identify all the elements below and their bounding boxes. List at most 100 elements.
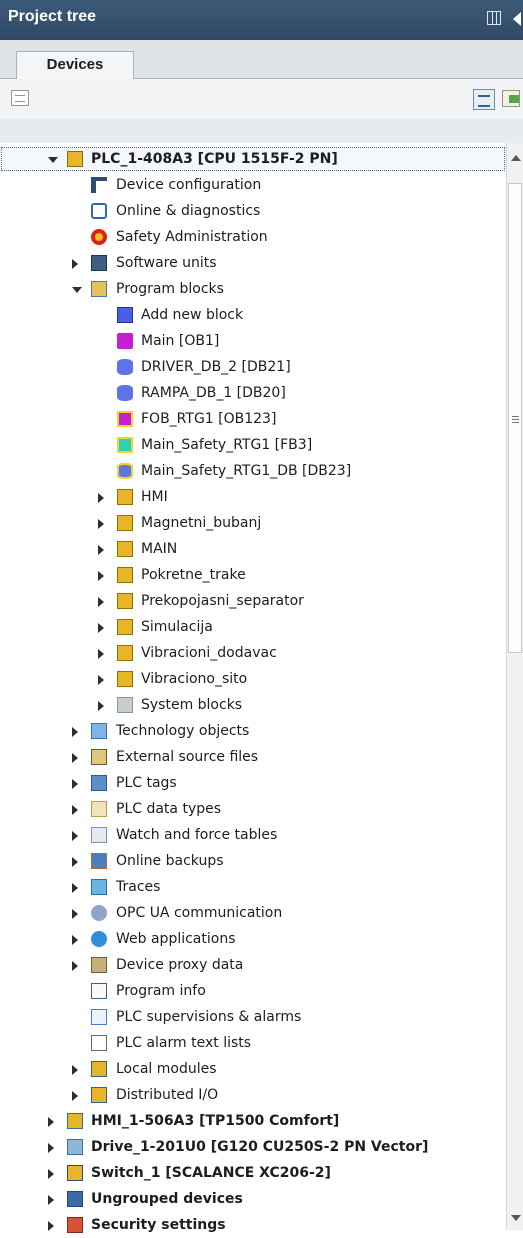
- collapsed-arrow-icon[interactable]: [72, 1065, 78, 1075]
- diagnostics-icon: [91, 203, 107, 219]
- tree-item-label: HMI: [141, 489, 168, 505]
- tree-item[interactable]: Device proxy data: [0, 952, 506, 978]
- tree-item[interactable]: Software units: [0, 250, 506, 276]
- add-device-icon[interactable]: [11, 90, 29, 106]
- project-tree[interactable]: PLC_1-408A3 [CPU 1515F-2 PN] Device confi…: [0, 143, 507, 1233]
- collapsed-arrow-icon[interactable]: [72, 753, 78, 763]
- collapsed-arrow-icon[interactable]: [98, 701, 104, 711]
- collapsed-arrow-icon[interactable]: [72, 935, 78, 945]
- web-applications-icon: [91, 931, 107, 947]
- tree-item[interactable]: Online backups: [0, 848, 506, 874]
- panel-layout-icon[interactable]: [487, 11, 501, 25]
- collapsed-arrow-icon[interactable]: [98, 649, 104, 659]
- collapsed-arrow-icon[interactable]: [72, 961, 78, 971]
- tree-item[interactable]: PLC_1-408A3 [CPU 1515F-2 PN]: [0, 146, 506, 172]
- tree-item[interactable]: Prekopojasni_separator: [0, 588, 506, 614]
- tree-item[interactable]: PLC tags: [0, 770, 506, 796]
- tree-item[interactable]: FOB_RTG1 [OB123]: [0, 406, 506, 432]
- tree-item[interactable]: Magnetni_bubanj: [0, 510, 506, 536]
- switch-icon: [67, 1165, 83, 1181]
- plc-tags-icon: [91, 775, 107, 791]
- tree-item[interactable]: Simulacija: [0, 614, 506, 640]
- tree-item[interactable]: MAIN: [0, 536, 506, 562]
- tree-item[interactable]: Program info: [0, 978, 506, 1004]
- tree-item[interactable]: Ungrouped devices: [0, 1186, 506, 1212]
- collapsed-arrow-icon[interactable]: [72, 259, 78, 269]
- details-view-icon[interactable]: [473, 89, 495, 110]
- tree-item-label: Watch and force tables: [116, 827, 278, 843]
- tree-item[interactable]: Web applications: [0, 926, 506, 952]
- group-folder-icon: [117, 489, 133, 505]
- tree-item[interactable]: Pokretne_trake: [0, 562, 506, 588]
- scroll-up-icon[interactable]: [511, 155, 521, 161]
- tree-item[interactable]: RAMPA_DB_1 [DB20]: [0, 380, 506, 406]
- tree-item[interactable]: HMI_1-506A3 [TP1500 Comfort]: [0, 1108, 506, 1134]
- tree-item[interactable]: Device configuration: [0, 172, 506, 198]
- collapsed-arrow-icon[interactable]: [72, 883, 78, 893]
- tree-item-label: RAMPA_DB_1 [DB20]: [141, 385, 286, 401]
- safety-ob-icon: [117, 411, 133, 427]
- toolbar-spacer: [0, 119, 523, 143]
- tree-item[interactable]: System blocks: [0, 692, 506, 718]
- tree-item-label: PLC data types: [116, 801, 222, 817]
- expanded-arrow-icon[interactable]: [72, 287, 82, 293]
- export-icon[interactable]: [502, 90, 520, 107]
- tree-item[interactable]: Switch_1 [SCALANCE XC206-2]: [0, 1160, 506, 1186]
- tree-item[interactable]: Program blocks: [0, 276, 506, 302]
- tree-item[interactable]: Technology objects: [0, 718, 506, 744]
- tree-item[interactable]: Traces: [0, 874, 506, 900]
- collapsed-arrow-icon[interactable]: [48, 1117, 54, 1127]
- tree-item[interactable]: PLC supervisions & alarms: [0, 1004, 506, 1030]
- collapsed-arrow-icon[interactable]: [98, 493, 104, 503]
- tree-item[interactable]: Distributed I/O: [0, 1082, 506, 1108]
- tree-item[interactable]: DRIVER_DB_2 [DB21]: [0, 354, 506, 380]
- tree-item[interactable]: Main_Safety_RTG1_DB [DB23]: [0, 458, 506, 484]
- tree-item[interactable]: Vibracioni_dodavac: [0, 640, 506, 666]
- collapsed-arrow-icon[interactable]: [48, 1143, 54, 1153]
- collapsed-arrow-icon[interactable]: [72, 857, 78, 867]
- tree-item-label: Traces: [116, 879, 161, 895]
- tree-item[interactable]: HMI: [0, 484, 506, 510]
- tree-item[interactable]: External source files: [0, 744, 506, 770]
- tree-item[interactable]: Drive_1-201U0 [G120 CU250S-2 PN Vector]: [0, 1134, 506, 1160]
- tree-item[interactable]: Watch and force tables: [0, 822, 506, 848]
- scrollbar-thumb[interactable]: [508, 183, 522, 653]
- tree-item[interactable]: Online & diagnostics: [0, 198, 506, 224]
- tree-item[interactable]: PLC alarm text lists: [0, 1030, 506, 1056]
- collapsed-arrow-icon[interactable]: [98, 545, 104, 555]
- tree-item-label: System blocks: [141, 697, 243, 713]
- collapsed-arrow-icon[interactable]: [98, 571, 104, 581]
- tree-item[interactable]: Security settings: [0, 1212, 506, 1238]
- tree-item[interactable]: Vibraciono_sito: [0, 666, 506, 692]
- tree-item[interactable]: Main_Safety_RTG1 [FB3]: [0, 432, 506, 458]
- collapsed-arrow-icon[interactable]: [72, 1091, 78, 1101]
- collapsed-arrow-icon[interactable]: [72, 805, 78, 815]
- tree-item[interactable]: Add new block: [0, 302, 506, 328]
- tree-item-label: Online backups: [116, 853, 224, 869]
- tree-item-label: Prekopojasni_separator: [141, 593, 304, 609]
- tree-item-label: Distributed I/O: [116, 1087, 219, 1103]
- expanded-arrow-icon[interactable]: [48, 157, 58, 163]
- scroll-down-icon[interactable]: [511, 1215, 521, 1221]
- collapsed-arrow-icon[interactable]: [98, 597, 104, 607]
- tree-item-label: Simulacija: [141, 619, 213, 635]
- collapsed-arrow-icon[interactable]: [48, 1195, 54, 1205]
- collapsed-arrow-icon[interactable]: [72, 779, 78, 789]
- distributed-io-icon: [91, 1087, 107, 1103]
- vertical-scrollbar[interactable]: [506, 143, 523, 1230]
- tree-item[interactable]: Local modules: [0, 1056, 506, 1082]
- collapsed-arrow-icon[interactable]: [72, 727, 78, 737]
- tab-devices[interactable]: Devices: [16, 51, 134, 79]
- collapsed-arrow-icon[interactable]: [98, 675, 104, 685]
- collapsed-arrow-icon[interactable]: [48, 1169, 54, 1179]
- tree-item[interactable]: OPC UA communication: [0, 900, 506, 926]
- group-folder-icon: [117, 645, 133, 661]
- collapse-arrow-icon[interactable]: [513, 12, 521, 26]
- collapsed-arrow-icon[interactable]: [98, 519, 104, 529]
- tree-item[interactable]: Safety Administration: [0, 224, 506, 250]
- collapsed-arrow-icon[interactable]: [98, 623, 104, 633]
- collapsed-arrow-icon[interactable]: [72, 909, 78, 919]
- tree-item[interactable]: Main [OB1]: [0, 328, 506, 354]
- tree-item[interactable]: PLC data types: [0, 796, 506, 822]
- collapsed-arrow-icon[interactable]: [72, 831, 78, 841]
